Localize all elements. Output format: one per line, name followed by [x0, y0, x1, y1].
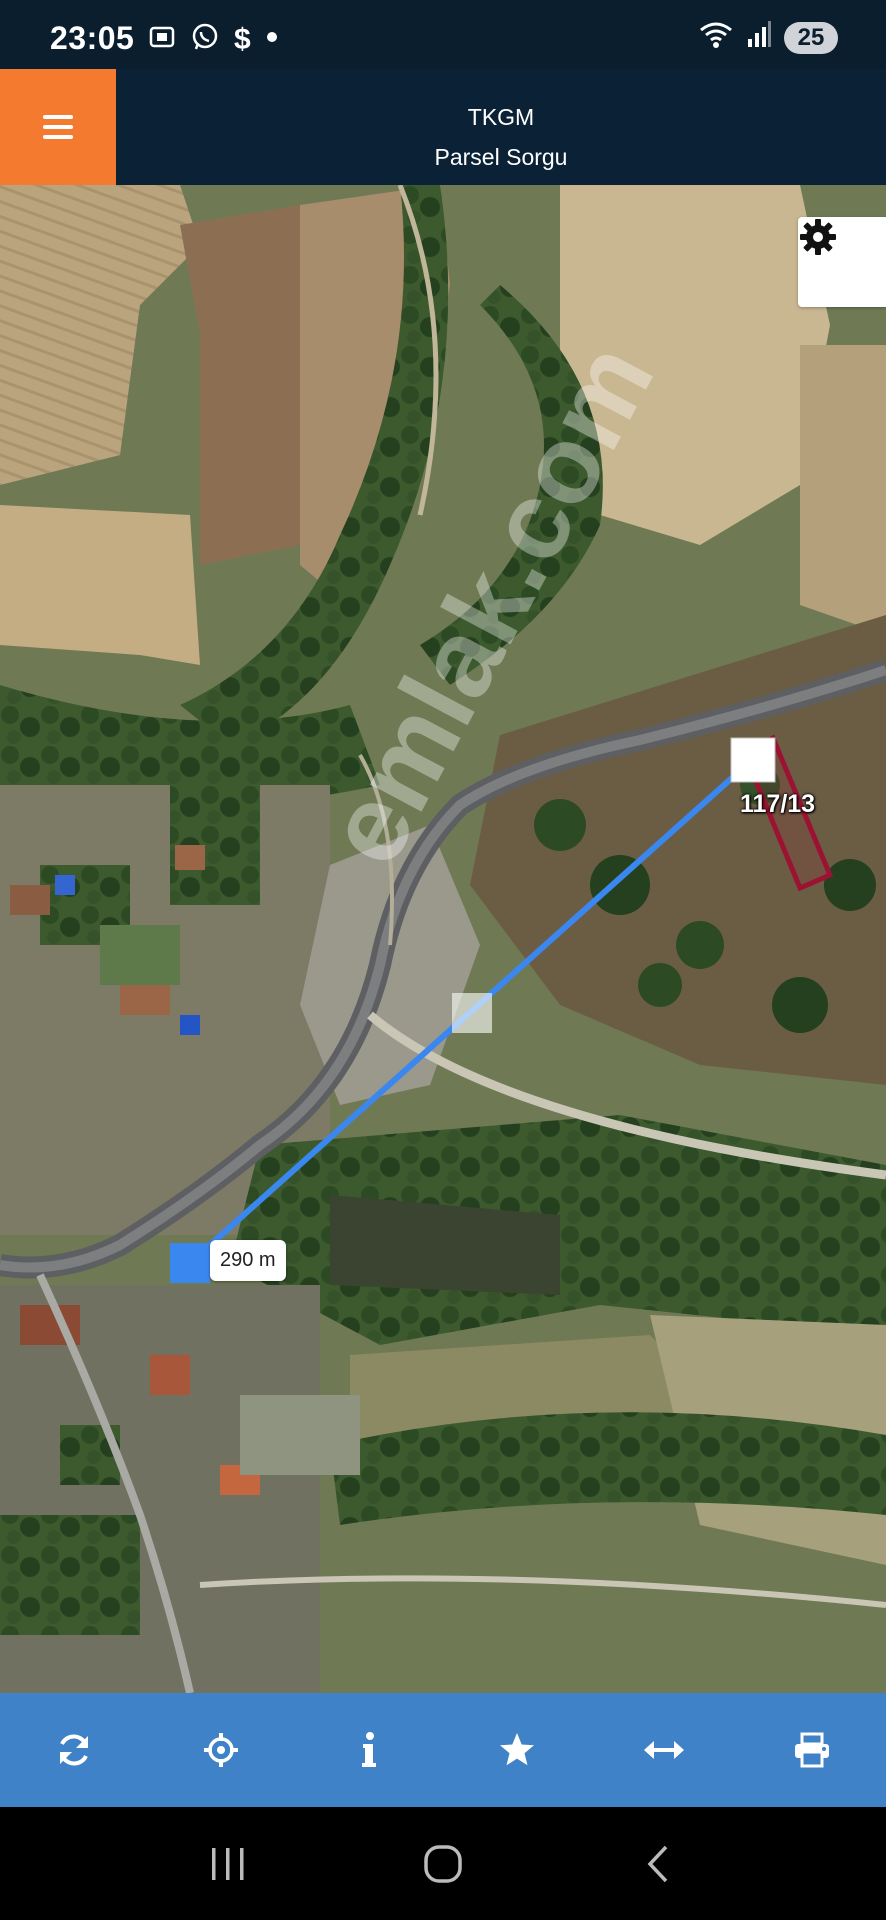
satellite-map[interactable]: emlak.com 117/13 290 m	[0, 185, 886, 1693]
hamburger-icon	[43, 115, 73, 139]
status-time: 23:05	[50, 20, 135, 56]
map-imagery	[0, 185, 886, 1693]
gear-icon	[800, 219, 836, 255]
home-icon	[424, 1844, 462, 1883]
favorite-button[interactable]	[477, 1710, 557, 1790]
settings-button[interactable]	[798, 217, 886, 307]
print-icon	[795, 1732, 830, 1768]
notification-icons: $	[148, 22, 279, 57]
recents-button[interactable]	[188, 1824, 268, 1904]
measure-end-handle[interactable]	[730, 737, 776, 783]
refresh-button[interactable]	[34, 1710, 114, 1790]
system-nav-bar	[0, 1807, 886, 1920]
menu-button[interactable]	[0, 69, 116, 185]
crosshair-icon	[204, 1733, 239, 1767]
back-button[interactable]	[618, 1824, 698, 1904]
bottom-toolbar	[0, 1693, 886, 1807]
print-button[interactable]	[772, 1710, 852, 1790]
app-subtitle: Parsel Sorgu	[434, 144, 568, 170]
info-icon	[362, 1732, 377, 1767]
signal-icon	[746, 21, 772, 54]
measure-button[interactable]	[624, 1710, 704, 1790]
dot-icon	[265, 30, 279, 49]
app-header: TKGM Parsel Sorgu	[0, 69, 886, 185]
back-icon	[647, 1845, 668, 1882]
measure-midpoint-handle[interactable]	[452, 993, 492, 1033]
battery-indicator: 25	[784, 21, 838, 54]
parcel-label[interactable]: 117/13	[740, 790, 815, 819]
distance-label: 290 m	[210, 1240, 286, 1281]
home-button[interactable]	[403, 1824, 483, 1904]
wifi-icon	[698, 20, 734, 55]
recents-icon	[211, 1847, 244, 1880]
measure-icon	[644, 1741, 685, 1759]
app-title: TKGM	[467, 104, 535, 130]
info-button[interactable]	[329, 1710, 409, 1790]
star-icon	[499, 1733, 534, 1766]
dollar-icon: $	[234, 22, 251, 56]
measure-start-handle[interactable]	[170, 1243, 210, 1283]
locate-button[interactable]	[181, 1710, 261, 1790]
whatsapp-icon	[190, 22, 220, 57]
system-icons: 25	[698, 20, 838, 55]
status-bar: 23:05 $ 25	[0, 0, 886, 69]
refresh-icon	[59, 1734, 88, 1766]
screenshot-icon	[148, 23, 176, 56]
app-title-block: TKGM Parsel Sorgu	[116, 97, 886, 177]
